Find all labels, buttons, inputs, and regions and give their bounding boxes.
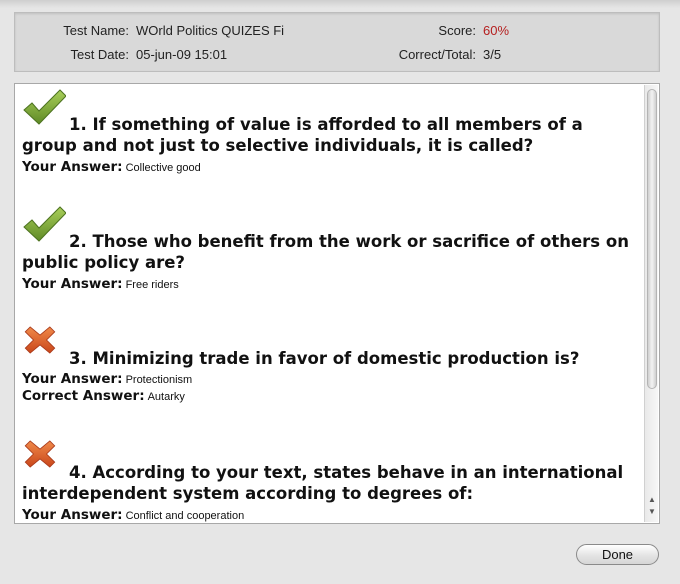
- scroll-down-arrow-icon[interactable]: ▼: [647, 507, 657, 517]
- question-text: 3. Minimizing trade in favor of domestic…: [69, 349, 580, 368]
- correct-answer-value: Autarky: [147, 391, 185, 403]
- your-answer-value: Collective good: [125, 162, 201, 174]
- your-answer-row: Your Answer: Collective good: [22, 158, 201, 176]
- correct-answer-row: Correct Answer: Autarky: [22, 387, 185, 405]
- correct-total-label: Correct/Total:: [398, 47, 476, 62]
- your-answer-label: Your Answer:: [22, 276, 123, 292]
- question-text: 4. According to your text, states behave…: [22, 463, 624, 503]
- your-answer-row: Your Answer: Protectionism: [22, 370, 192, 388]
- results-list[interactable]: 1. If something of value is afforded to …: [14, 83, 660, 524]
- correct-total-value: 3/5: [483, 47, 502, 62]
- your-answer-value: Conflict and cooperation: [125, 510, 245, 522]
- test-name-label: Test Name:: [63, 23, 129, 38]
- correct-answer-label: Correct Answer:: [22, 388, 145, 404]
- question-text: 1. If something of value is afforded to …: [22, 115, 583, 155]
- done-button[interactable]: Done: [576, 544, 659, 565]
- your-answer-row: Your Answer: Conflict and cooperation: [22, 506, 245, 523]
- test-date-label: Test Date:: [70, 47, 129, 62]
- your-answer-label: Your Answer:: [22, 371, 123, 387]
- score-label: Score:: [438, 23, 476, 38]
- vertical-scrollbar[interactable]: ▲ ▼: [644, 85, 658, 522]
- your-answer-row: Your Answer: Free riders: [22, 275, 179, 293]
- your-answer-value: Protectionism: [125, 374, 193, 386]
- your-answer-label: Your Answer:: [22, 159, 123, 175]
- sheet-shadow: [0, 0, 680, 8]
- your-answer-value: Free riders: [125, 279, 179, 291]
- scrollbar-thumb[interactable]: [647, 89, 657, 389]
- score-value: 60%: [483, 23, 510, 38]
- results-header: Test Name: WOrld Politics QUIZES Fi Test…: [14, 12, 660, 72]
- scroll-up-arrow-icon[interactable]: ▲: [647, 495, 657, 505]
- test-date-value: 05-jun-09 15:01: [136, 47, 228, 62]
- question-text: 2. Those who benefit from the work or sa…: [22, 232, 629, 272]
- test-name-value: WOrld Politics QUIZES Fi: [136, 23, 285, 38]
- your-answer-label: Your Answer:: [22, 507, 123, 523]
